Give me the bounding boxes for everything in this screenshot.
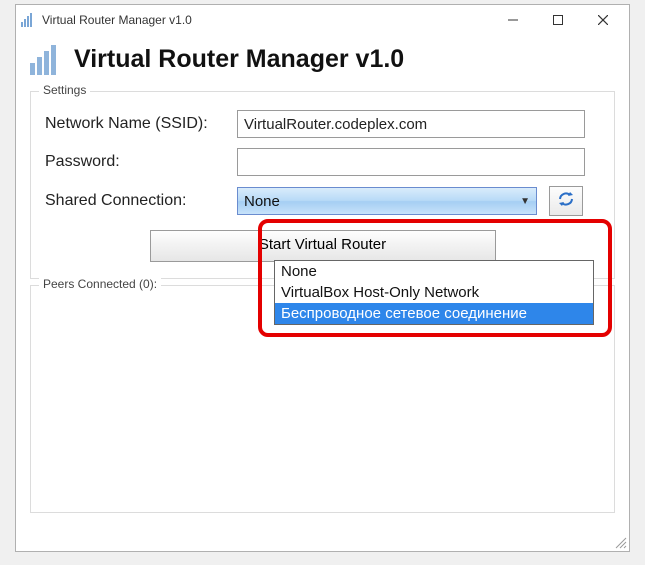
settings-group: Settings Network Name (SSID): Password: … [30,91,615,279]
app-icon-large [28,41,64,77]
titlebar: Virtual Router Manager v1.0 [16,5,629,35]
shared-connection-dropdown[interactable]: None ▼ [237,187,537,215]
app-window: Virtual Router Manager v1.0 Virtual Rout… [15,4,630,552]
dropdown-selected-value: None [244,193,280,210]
window-controls [490,6,625,34]
shared-connection-dropdown-list[interactable]: None VirtualBox Host-Only Network Беспро… [274,260,594,325]
shared-connection-row: Shared Connection: None ▼ [45,186,600,216]
password-label: Password: [45,153,237,171]
settings-legend: Settings [39,83,90,97]
header: Virtual Router Manager v1.0 [16,35,629,87]
refresh-icon [557,190,575,213]
ssid-row: Network Name (SSID): [45,110,600,138]
peers-legend: Peers Connected (0): [39,277,161,291]
refresh-button[interactable] [549,186,583,216]
ssid-label: Network Name (SSID): [45,115,237,133]
password-row: Password: [45,148,600,176]
dropdown-option-virtualbox[interactable]: VirtualBox Host-Only Network [275,282,593,303]
minimize-button[interactable] [490,6,535,34]
chevron-down-icon: ▼ [520,196,530,207]
window-title: Virtual Router Manager v1.0 [42,13,192,27]
ssid-input[interactable] [237,110,585,138]
page-title: Virtual Router Manager v1.0 [74,45,404,74]
shared-connection-label: Shared Connection: [45,192,237,210]
password-input[interactable] [237,148,585,176]
close-button[interactable] [580,6,625,34]
dropdown-option-wireless[interactable]: Беспроводное сетевое соединение [275,303,593,324]
resize-grip-icon[interactable] [613,535,627,549]
start-button[interactable]: Start Virtual Router [150,230,496,262]
dropdown-option-none[interactable]: None [275,261,593,282]
maximize-button[interactable] [535,6,580,34]
app-icon-small [20,12,36,28]
